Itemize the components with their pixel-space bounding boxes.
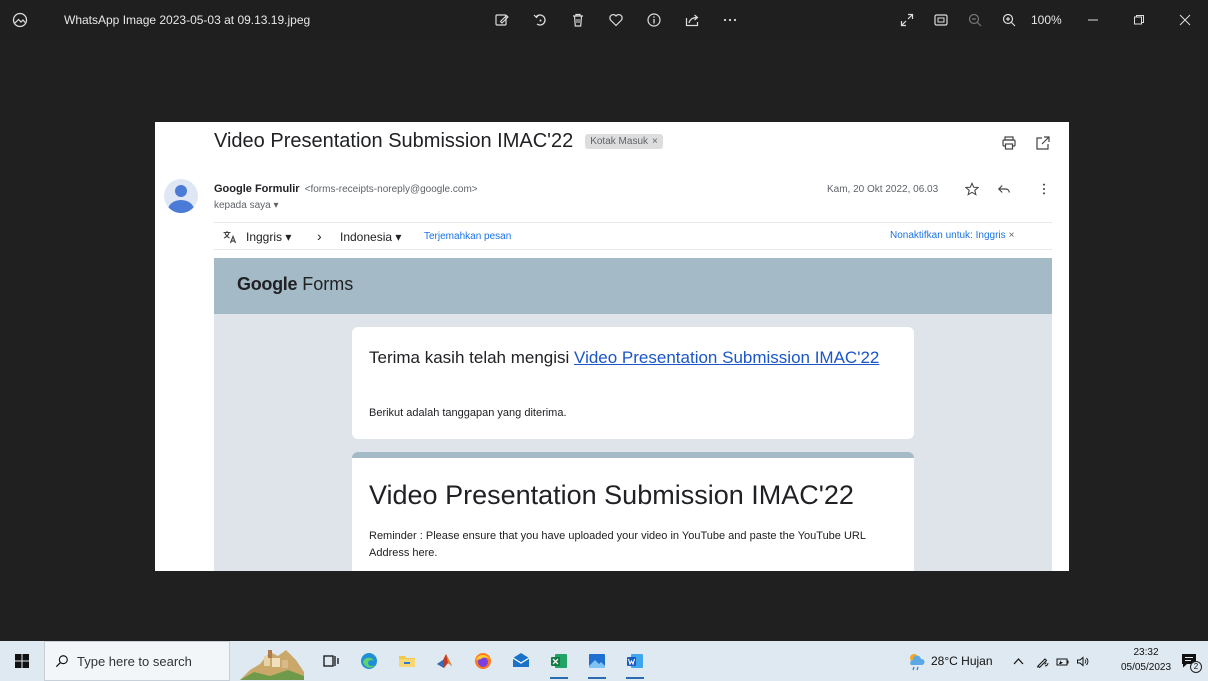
viewer-zoom-controls: 100%: [893, 0, 1071, 40]
form-title-link: Video Presentation Submission IMAC'22: [574, 348, 880, 367]
mail-icon[interactable]: [504, 641, 538, 681]
more-icon[interactable]: [716, 0, 744, 40]
more-vertical-icon: [1042, 183, 1046, 195]
sender-email: <forms-receipts-noreply@google.com>: [304, 184, 478, 195]
clock-date: 05/05/2023: [1120, 662, 1172, 673]
delete-icon[interactable]: [564, 0, 592, 40]
translate-arrow-icon: ›: [317, 228, 322, 244]
weather-text: 28°C Hujan: [931, 654, 993, 668]
search-icon: [55, 655, 68, 668]
edge-icon[interactable]: [352, 641, 386, 681]
recipient-line: kepada saya ▾: [214, 200, 279, 211]
image-canvas[interactable]: Video Presentation Submission IMAC'22 Ko…: [155, 122, 1069, 571]
minimize-button[interactable]: [1070, 0, 1116, 40]
share-icon[interactable]: [678, 0, 706, 40]
remove-label-icon: ×: [652, 136, 658, 147]
form-description: Reminder : Please ensure that you have u…: [369, 530, 866, 559]
target-language: Indonesia ▾: [340, 230, 402, 244]
translate-bar: Inggris ▾ › Indonesia ▾ Terjemahkan pesa…: [214, 222, 1052, 250]
open-new-window-icon: [1036, 136, 1050, 150]
logo-forms: Forms: [297, 274, 354, 294]
form-title-card: Video Presentation Submission IMAC'22 Re…: [352, 452, 914, 571]
responses-note: Berikut adalah tanggapan yang diterima.: [369, 407, 567, 419]
email-datetime: Kam, 20 Okt 2022, 06.03: [827, 184, 939, 195]
sender-name: Google Formulir: [214, 183, 300, 195]
google-forms-logo: Google Forms: [237, 274, 353, 295]
info-icon[interactable]: [640, 0, 668, 40]
window-controls: [1070, 0, 1208, 40]
excel-icon[interactable]: [542, 641, 576, 681]
print-icon: [1002, 136, 1016, 150]
photos-icon[interactable]: [580, 641, 614, 681]
inbox-label-text: Kotak Masuk: [590, 136, 649, 147]
search-highlight-image[interactable]: [240, 642, 304, 680]
file-explorer-icon[interactable]: [390, 641, 424, 681]
disable-translation-text: Nonaktifkan untuk: Inggris: [890, 230, 1006, 241]
disable-translation-link: Nonaktifkan untuk: Inggris ×: [890, 230, 1014, 241]
search-placeholder: Type here to search: [77, 653, 192, 669]
email-subject: Video Presentation Submission IMAC'22 Ko…: [214, 130, 663, 153]
expand-icon[interactable]: [893, 0, 921, 40]
sender-line: Google Formulir <forms-receipts-noreply@…: [214, 183, 478, 195]
sender-avatar: [164, 179, 198, 213]
windows-taskbar: Type here to search 28°C Hujan 23:32 05/…: [0, 641, 1208, 681]
dismiss-translate-icon: ×: [1008, 230, 1015, 241]
zoom-in-icon[interactable]: [995, 0, 1023, 40]
edit-image-icon[interactable]: [488, 0, 516, 40]
confirmation-card: Terima kasih telah mengisi Video Present…: [352, 327, 914, 439]
weather-rain-icon: [910, 654, 925, 671]
clock-time: 23:32: [1133, 647, 1159, 658]
viewer-toolbar: [488, 0, 744, 40]
reply-icon: [997, 185, 1010, 193]
star-icon: [965, 182, 979, 196]
close-button[interactable]: [1162, 0, 1208, 40]
fit-window-icon[interactable]: [927, 0, 955, 40]
system-tray: [1008, 641, 1092, 681]
word-icon[interactable]: [618, 641, 652, 681]
start-button[interactable]: [0, 641, 44, 681]
photos-title-bar: WhatsApp Image 2023-05-03 at 09.13.19.jp…: [0, 0, 1208, 40]
pen-icon[interactable]: [1032, 641, 1052, 681]
favorite-icon[interactable]: [602, 0, 630, 40]
google-forms-header: Google Forms: [214, 258, 1052, 314]
windows-logo-icon: [15, 654, 29, 668]
taskbar-search-box[interactable]: Type here to search: [44, 641, 230, 681]
form-title: Video Presentation Submission IMAC'22: [369, 480, 854, 510]
email-subject-text: Video Presentation Submission IMAC'22: [214, 130, 574, 152]
task-view-icon[interactable]: [314, 641, 348, 681]
firefox-icon[interactable]: [466, 641, 500, 681]
restore-button[interactable]: [1116, 0, 1162, 40]
weather-widget[interactable]: 28°C Hujan: [905, 641, 993, 681]
thanks-message: Terima kasih telah mengisi Video Present…: [369, 345, 889, 370]
system-clock[interactable]: 23:32 05/05/2023: [1120, 645, 1172, 675]
image-filename: WhatsApp Image 2023-05-03 at 09.13.19.jp…: [64, 13, 311, 27]
notification-count-badge: 2: [1190, 661, 1202, 673]
zoom-level[interactable]: 100%: [1031, 13, 1071, 27]
zoom-out-icon[interactable]: [961, 0, 989, 40]
chevron-up-icon[interactable]: [1008, 641, 1028, 681]
matlab-icon[interactable]: [428, 641, 462, 681]
logo-google: Google: [237, 274, 298, 294]
inbox-label-chip: Kotak Masuk ×: [585, 134, 663, 149]
translate-message-link: Terjemahkan pesan: [424, 231, 512, 242]
source-language: Inggris ▾: [246, 230, 292, 244]
thanks-prefix: Terima kasih telah mengisi: [369, 348, 575, 367]
notification-center-button[interactable]: 2: [1174, 641, 1204, 681]
translate-icon: [223, 231, 237, 244]
rotate-icon[interactable]: [526, 0, 554, 40]
photos-app-icon: [0, 0, 40, 40]
volume-icon[interactable]: [1072, 641, 1092, 681]
forms-email-body: Google Forms Terima kasih telah mengisi …: [214, 258, 1052, 571]
battery-icon[interactable]: [1052, 641, 1072, 681]
